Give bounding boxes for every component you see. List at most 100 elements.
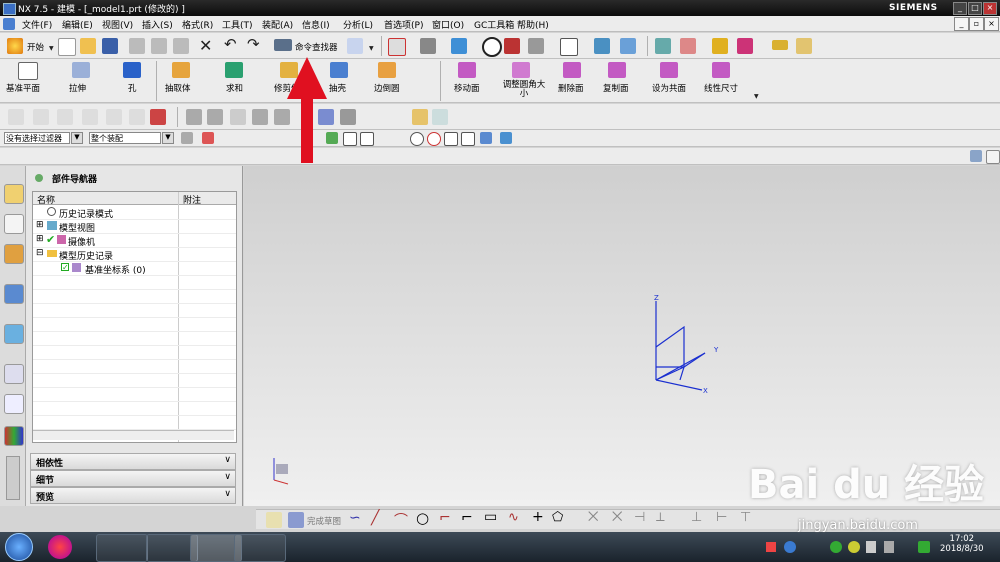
help-tray-icon[interactable] <box>784 541 796 553</box>
save-icon[interactable] <box>102 38 118 54</box>
text-icon[interactable] <box>432 109 448 125</box>
tree-row-model-history[interactable]: ⊟ 模型历史记录 <box>33 247 236 262</box>
reuse-library-icon[interactable] <box>4 284 24 304</box>
expand-icon[interactable]: ⊞ <box>36 220 44 230</box>
refresh-app-taskbar-button[interactable] <box>234 534 286 562</box>
snap-center-icon[interactable] <box>410 132 424 146</box>
volume-icon[interactable] <box>884 541 894 553</box>
rectangle-icon[interactable]: ▭ <box>484 509 497 525</box>
menu-assembly[interactable]: 装配(A) <box>262 18 293 31</box>
datum-plane-button[interactable]: 基准平面 <box>6 82 40 94</box>
menu-preferences[interactable]: 首选项(P) <box>384 18 423 31</box>
extrude-button[interactable]: 拉伸 <box>69 82 86 94</box>
copy-layer-icon[interactable] <box>655 38 671 54</box>
snap-icon[interactable] <box>712 38 728 54</box>
snap-body-icon[interactable] <box>500 132 512 144</box>
profile-icon[interactable]: ∽ <box>349 510 361 526</box>
palette-icon[interactable] <box>4 426 24 446</box>
redo-icon[interactable]: ↷ <box>247 35 260 53</box>
menu-help[interactable]: 帮助(H) <box>517 18 549 31</box>
snap-quadrant-icon[interactable] <box>427 132 441 146</box>
quick-trim-icon[interactable]: ⨉ <box>588 510 598 525</box>
doc-close-button[interactable]: × <box>984 17 999 31</box>
menu-file[interactable]: 文件(F) <box>22 18 52 31</box>
pinned-app-icon[interactable] <box>48 535 72 559</box>
new-file-icon[interactable] <box>58 38 76 56</box>
app-menu-icon[interactable] <box>3 18 15 30</box>
maximize-button[interactable]: □ <box>968 2 982 15</box>
curve-tool-icon-2[interactable] <box>33 109 49 125</box>
wcs-icon[interactable] <box>594 38 610 54</box>
curve-tool-icon-9[interactable] <box>340 109 356 125</box>
doc-restore-button[interactable]: ▫ <box>969 17 984 31</box>
menu-insert[interactable]: 插入(S) <box>142 18 173 31</box>
scope-dropdown-icon[interactable]: ▼ <box>162 132 174 144</box>
fit-view-icon[interactable] <box>388 38 406 56</box>
menu-analysis[interactable]: 分析(L) <box>343 18 373 31</box>
auto-constrain-icon[interactable]: ⊢ <box>716 510 727 525</box>
tray-icon-1[interactable] <box>830 541 842 553</box>
delete-icon[interactable]: ✕ <box>199 36 212 55</box>
sketch-icon[interactable] <box>266 512 282 528</box>
fillet-icon[interactable]: ⌐ <box>439 510 451 526</box>
chamfer-icon[interactable]: ⌐ <box>461 510 473 526</box>
quick-extend-icon[interactable]: ⨉ <box>612 510 622 525</box>
snap-line-icon[interactable] <box>461 132 475 146</box>
finish-sketch-icon[interactable] <box>288 512 304 528</box>
point-icon[interactable] <box>737 38 753 54</box>
snap-intersect-icon[interactable] <box>444 132 458 146</box>
security-icon[interactable] <box>918 541 930 553</box>
hide-icon[interactable] <box>528 38 544 54</box>
measure-angle-icon[interactable] <box>796 38 812 54</box>
background-icon[interactable] <box>560 38 578 56</box>
command-finder-button[interactable]: 命令查找器 <box>295 41 338 53</box>
curve-tool-icon-1[interactable] <box>8 109 24 125</box>
resize-blend-button[interactable]: 调整圆角大小 <box>500 81 548 99</box>
menu-format[interactable]: 格式(R) <box>182 18 213 31</box>
collapse-icon[interactable]: ⊟ <box>36 248 44 258</box>
curve-tool-icon-6[interactable] <box>129 109 145 125</box>
filter-tool-icon-2[interactable] <box>202 132 214 144</box>
curve-tool-icon-3[interactable] <box>57 109 73 125</box>
preview-panel[interactable]: 预览 ∨ <box>30 487 236 504</box>
curve-tool-icon-4[interactable] <box>82 109 98 125</box>
system-materials-icon[interactable] <box>4 394 24 414</box>
tree-row-history-mode[interactable]: 历史记录模式 <box>33 205 236 220</box>
undo-icon[interactable]: ↶ <box>224 35 237 53</box>
section-view-icon[interactable] <box>504 38 520 54</box>
menu-view[interactable]: 视图(V) <box>102 18 133 31</box>
orient-view-icon[interactable] <box>420 38 436 54</box>
menu-info[interactable]: 信息(I) <box>302 18 330 31</box>
selection-filter-select[interactable]: 没有选择过滤器 <box>4 132 70 144</box>
menu-edit[interactable]: 编辑(E) <box>62 18 93 31</box>
snap-mid-icon[interactable] <box>360 132 374 146</box>
point-plus-icon[interactable]: + <box>532 509 544 525</box>
checkbox[interactable]: ✓ <box>61 263 69 272</box>
hole-button[interactable]: 孔 <box>128 82 137 94</box>
web-browser-icon[interactable] <box>4 324 24 344</box>
tree-row-model-views[interactable]: ⊞ 模型视图 <box>33 219 236 234</box>
open-folder-icon[interactable] <box>80 38 96 54</box>
cut-icon[interactable] <box>129 38 145 54</box>
resource-scrollbar[interactable] <box>6 456 20 500</box>
dimension-icon[interactable]: ⊥ <box>691 510 702 525</box>
make-coplanar-button[interactable]: 设为共面 <box>652 82 686 94</box>
expand-icon[interactable]: ⊞ <box>36 234 44 244</box>
move-face-button[interactable]: 移动面 <box>454 82 480 94</box>
linear-dimension-button[interactable]: 线性尺寸 <box>704 82 738 94</box>
make-corner-icon[interactable]: ⊣ <box>634 510 645 525</box>
shell-button[interactable]: 抽壳 <box>329 82 346 94</box>
clock[interactable]: 17:02 2018/8/30 <box>940 534 984 554</box>
offset-curve-icon[interactable]: ⬠ <box>552 510 563 525</box>
tree-row-datum-csys[interactable]: ✓ 基准坐标系 (0) <box>33 261 236 276</box>
start-orb-icon[interactable] <box>5 533 33 561</box>
selection-icon[interactable] <box>347 38 363 54</box>
constraint-icon[interactable]: ⟂ <box>656 510 665 525</box>
part-navigator-icon[interactable] <box>4 244 24 264</box>
resource-toggle-icon[interactable] <box>970 150 982 162</box>
delete-face-button[interactable]: 删除面 <box>558 82 584 94</box>
doc-minimize-button[interactable]: _ <box>954 17 969 31</box>
tree-horizontal-scrollbar[interactable] <box>33 430 234 440</box>
curve-tool-icon-7[interactable] <box>150 109 166 125</box>
tray-icon-2[interactable] <box>848 541 860 553</box>
